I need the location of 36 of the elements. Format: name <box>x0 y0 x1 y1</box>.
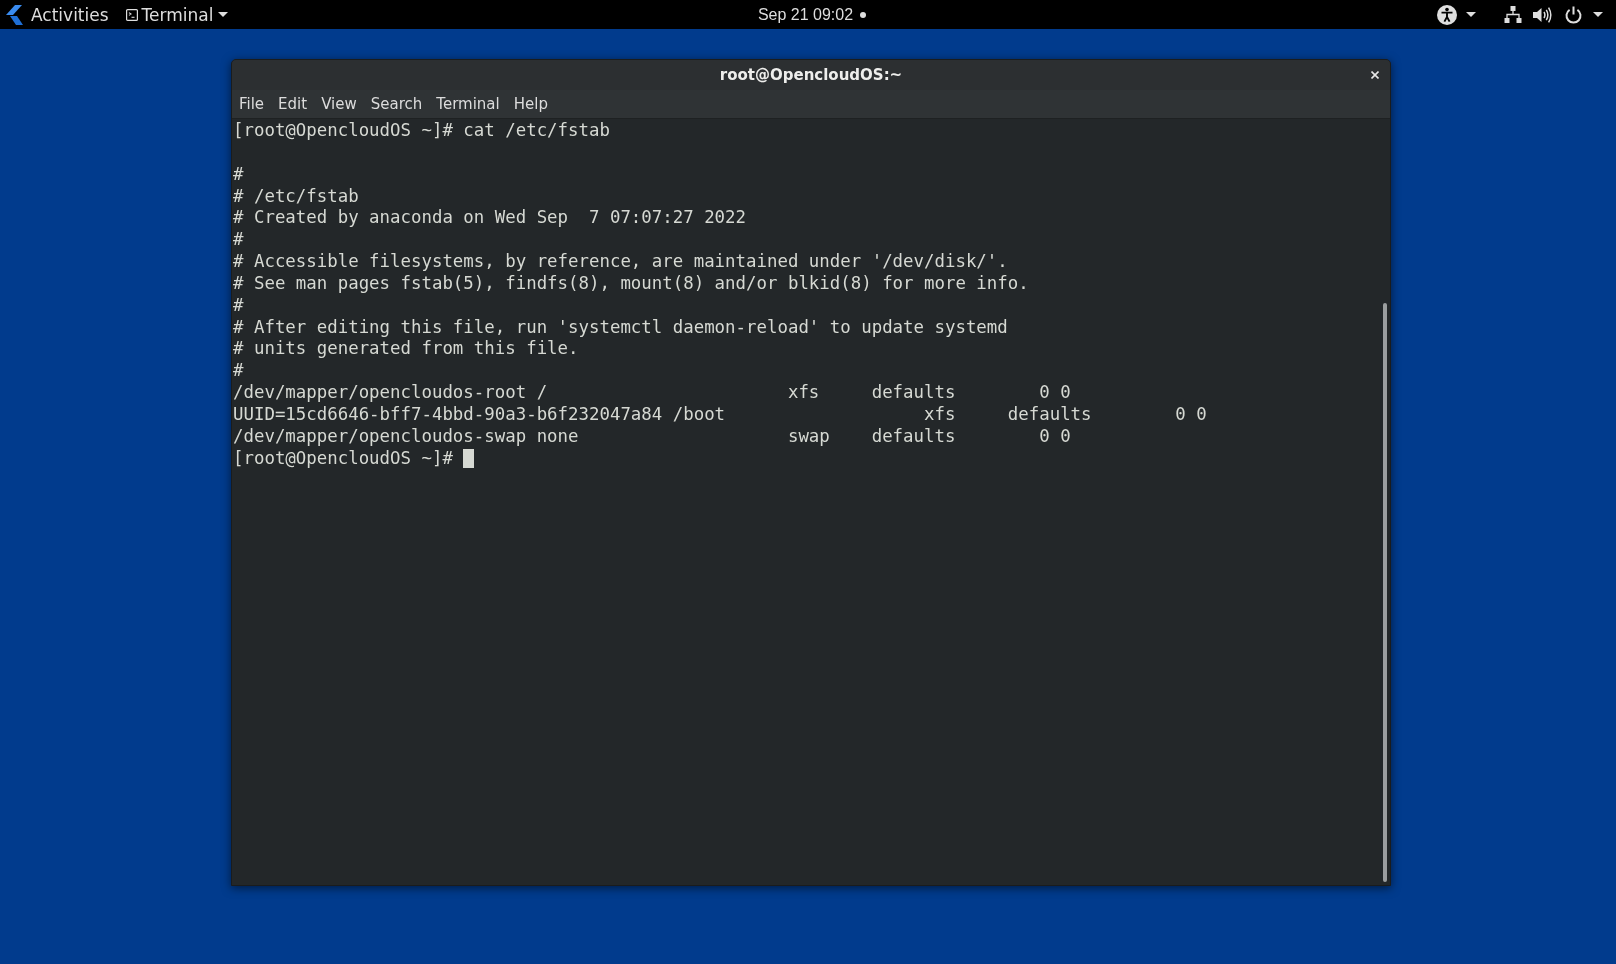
menu-item[interactable]: View <box>314 90 364 118</box>
menu-item[interactable]: File <box>232 90 272 118</box>
terminal-line: UUID=15cd6646-bff7-4bbd-90a3-b6f232047a84 /boot xfs defaults 0 0 <box>233 403 1208 426</box>
caret-icon[interactable] <box>218 12 229 17</box>
terminal-line: [root@OpencloudOS ~]# cat /etc/fstab <box>233 120 611 142</box>
volume-icon[interactable] <box>1533 5 1552 24</box>
menu-item[interactable]: Terminal <box>429 90 507 118</box>
scrollbar-thumb[interactable] <box>1383 302 1387 882</box>
close-icon[interactable] <box>1371 71 1379 79</box>
terminal-line: # <box>233 229 245 252</box>
terminal-line: # <box>233 294 245 317</box>
terminal-line: # <box>233 360 245 383</box>
logo-icon <box>6 4 23 25</box>
terminal-line: /dev/mapper/opencloudos-swap none swap defaults 0 0 <box>233 425 1072 448</box>
app-menu-button[interactable]: Terminal <box>125 3 229 26</box>
menu-item[interactable]: Edit <box>271 90 315 118</box>
terminal-line: # See man pages fstab(5), findfs(8), mount(8) and/or blkid(8) for more info. <box>233 272 1030 295</box>
menu-item[interactable]: Search <box>363 90 430 118</box>
power-icon[interactable] <box>1565 5 1582 24</box>
terminal-line: # <box>233 163 245 186</box>
terminal-line: # Accessible filesystems, by reference, are maintained under '/dev/disk/'. <box>233 251 1009 273</box>
terminal-prompt: [root@OpencloudOS ~]# <box>233 447 453 470</box>
terminal-line: /dev/mapper/opencloudos-root / xfs defaults 0 0 <box>233 382 1072 404</box>
menu-item[interactable]: Help <box>506 90 555 118</box>
terminal-icon <box>125 8 138 21</box>
clock-button[interactable]: Sep 21 09:02 <box>757 3 867 26</box>
network-icon[interactable] <box>1504 5 1522 24</box>
terminal-line: # After editing this file, run 'systemctl daemon-reload' to update systemd <box>233 316 1009 339</box>
caret-icon[interactable] <box>1466 12 1476 17</box>
terminal-line: # /etc/fstab <box>233 185 360 208</box>
accessibility-icon[interactable] <box>1437 4 1457 25</box>
caret-icon[interactable] <box>1593 12 1603 17</box>
terminal-line: # Created by anaconda on Wed Sep 7 07:07:27 2022 <box>233 207 748 230</box>
activities-button[interactable]: Activities <box>31 3 109 26</box>
terminal-line: # units generated from this file. <box>233 338 580 361</box>
window-title: root@OpencloudOS:~ <box>719 66 903 84</box>
